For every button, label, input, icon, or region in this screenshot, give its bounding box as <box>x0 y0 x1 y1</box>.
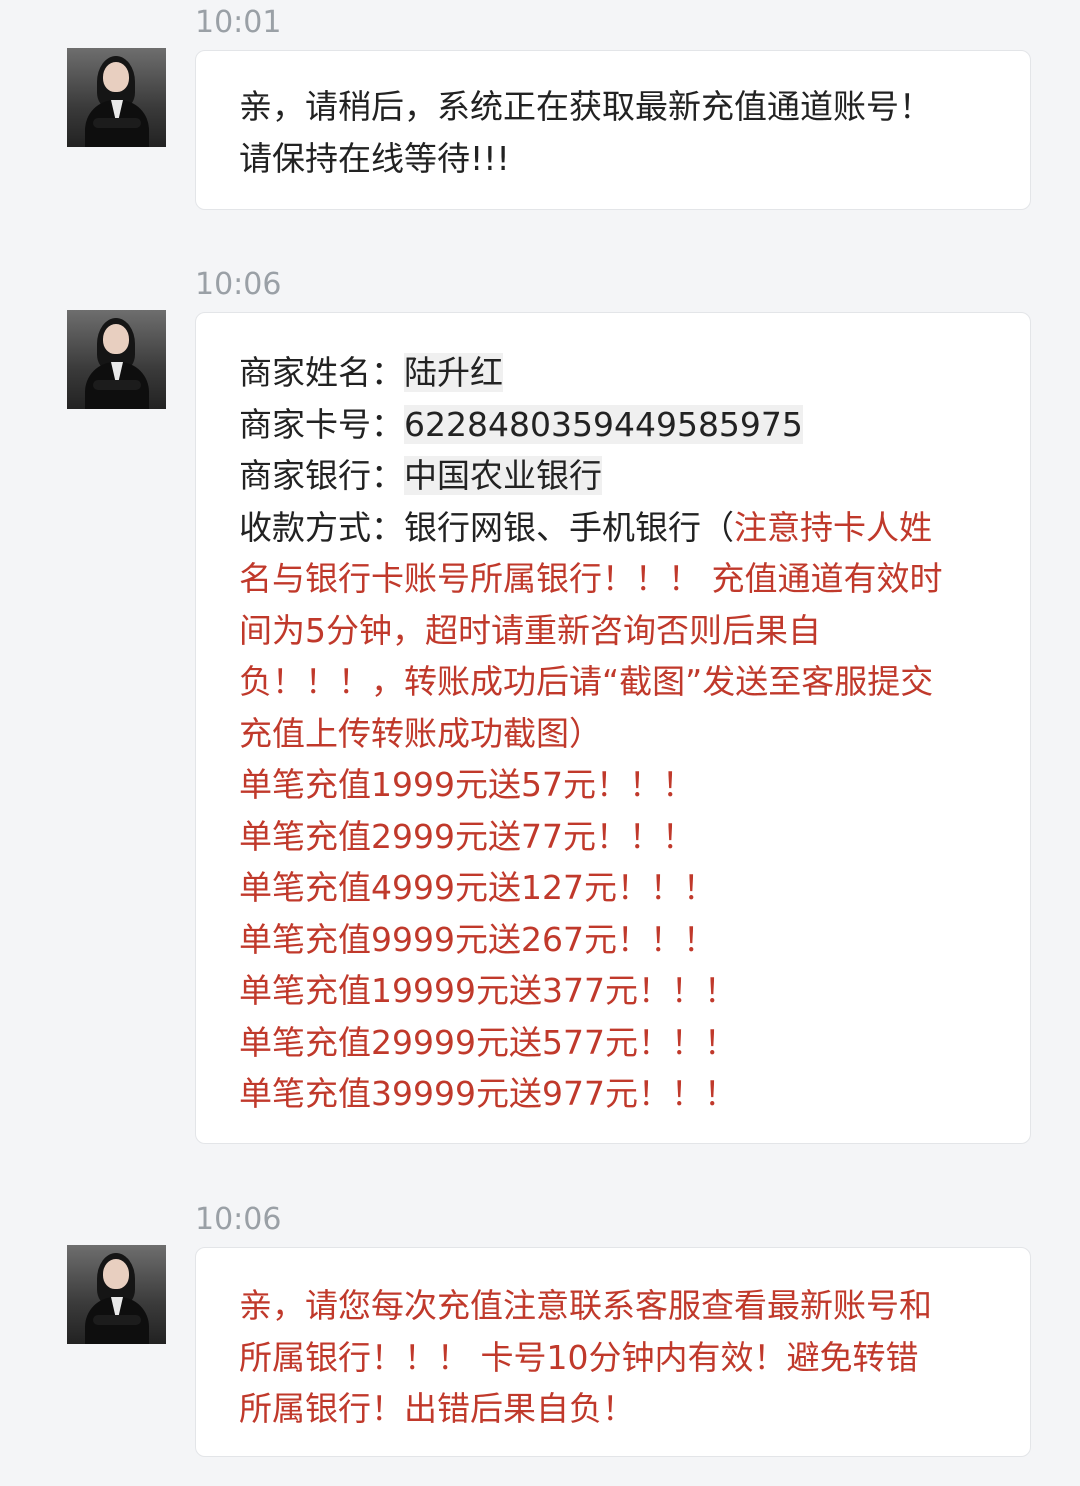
merchant-name-value[interactable]: 陆升红 <box>404 353 503 392</box>
message-bubble[interactable]: 亲，请稍后，系统正在获取最新充值通道账号！ 请保持在线等待!!! <box>195 50 1031 210</box>
sender-avatar[interactable] <box>67 1245 166 1344</box>
payment-method-value: 银行网银、手机银行（ <box>404 507 734 547</box>
bonus-line: 单笔充值1999元送57元！！！ <box>239 765 695 804</box>
notice-line: 负！！！，转账成功后请“截图”发送至客服提交 <box>239 662 934 701</box>
message-text-line: 请保持在线等待!!! <box>239 138 510 178</box>
message-text-line: 所属银行！出错后果自负！ <box>239 1389 635 1428</box>
merchant-bank-value[interactable]: 中国农业银行 <box>404 456 602 495</box>
field-label: 商家姓名： <box>239 353 404 392</box>
merchant-name-row: 商家姓名：陆升红 <box>239 347 990 399</box>
merchant-card-row: 商家卡号：6228480359449585975 <box>239 399 990 451</box>
message-bubble[interactable]: 商家姓名：陆升红 商家卡号：6228480359449585975 商家银行：中… <box>195 312 1031 1144</box>
bonus-line: 单笔充值19999元送377元！！！ <box>239 971 737 1010</box>
timestamp: 10:01 <box>195 5 282 40</box>
message-text-line: 亲，请您每次充值注意联系客服查看最新账号和 <box>239 1286 932 1325</box>
message-bubble[interactable]: 亲，请您每次充值注意联系客服查看最新账号和 所属银行！！！ 卡号10分钟内有效！… <box>195 1247 1031 1457</box>
merchant-card-value[interactable]: 6228480359449585975 <box>404 404 803 444</box>
notice-line: 充值上传转账成功截图） <box>239 713 602 753</box>
payment-notice: 注意持卡人姓 <box>734 507 932 547</box>
merchant-bank-row: 商家银行：中国农业银行 <box>239 450 990 502</box>
bonus-line: 单笔充值4999元送127元！！！ <box>239 868 716 907</box>
bonus-line: 单笔充值9999元送267元！！！ <box>239 919 716 959</box>
field-label: 商家银行： <box>239 456 404 495</box>
notice-line: 名与银行卡账号所属银行！！！ 充值通道有效时 <box>239 559 943 598</box>
timestamp: 10:06 <box>195 267 282 302</box>
message-text-line: 所属银行！！！ 卡号10分钟内有效！避免转错 <box>239 1337 919 1377</box>
sender-avatar[interactable] <box>67 310 166 409</box>
bonus-line: 单笔充值39999元送977元！！！ <box>239 1074 737 1113</box>
timestamp: 10:06 <box>195 1202 282 1237</box>
message-text-line: 亲，请稍后，系统正在获取最新充值通道账号！ <box>239 87 932 126</box>
field-label: 收款方式： <box>239 507 404 547</box>
field-label: 商家卡号： <box>239 404 404 444</box>
sender-avatar[interactable] <box>67 48 166 147</box>
payment-method-row: 收款方式：银行网银、手机银行（注意持卡人姓 <box>239 502 990 554</box>
notice-line: 间为5分钟，超时请重新咨询否则后果自 <box>239 610 821 650</box>
bonus-line: 单笔充值2999元送77元！！！ <box>239 816 695 856</box>
bonus-line: 单笔充值29999元送577元！！！ <box>239 1022 737 1062</box>
